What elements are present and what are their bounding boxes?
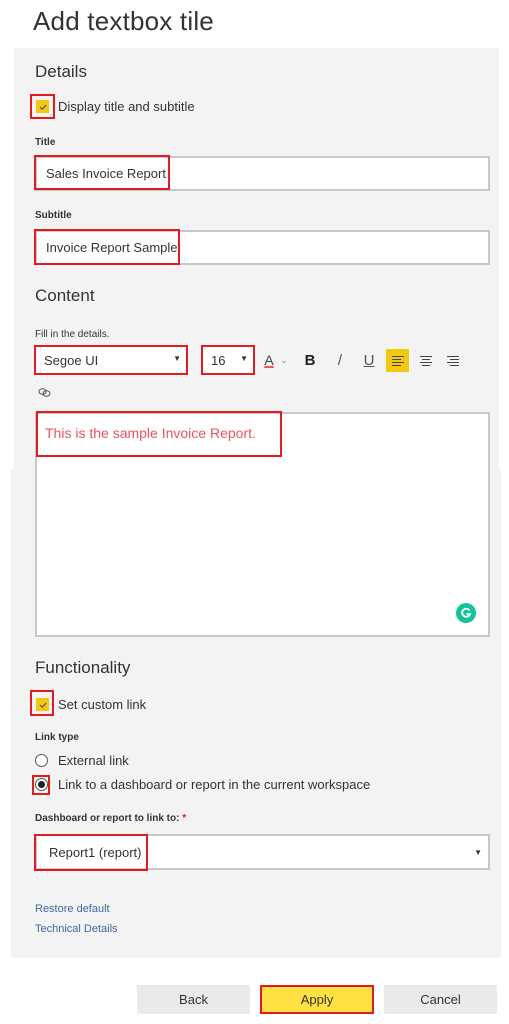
- grammarly-icon: [461, 607, 472, 618]
- restore-default-link[interactable]: Restore default: [35, 903, 110, 915]
- font-color-button[interactable]: A: [262, 350, 276, 370]
- align-center-button[interactable]: [414, 349, 437, 372]
- radio-external-link[interactable]: [35, 754, 48, 767]
- cancel-button[interactable]: Cancel: [384, 985, 497, 1014]
- highlight-box: [36, 411, 282, 457]
- font-color-icon: A: [264, 352, 274, 368]
- page-title: Add textbox tile: [33, 6, 214, 36]
- align-right-icon: [446, 355, 459, 366]
- align-left-icon: [391, 355, 404, 366]
- highlight-box: [32, 775, 50, 795]
- align-right-button[interactable]: [441, 349, 464, 372]
- target-label-text: Dashboard or report to link to:: [35, 813, 180, 824]
- highlight-box: [34, 345, 188, 375]
- details-heading: Details: [35, 62, 87, 81]
- align-center-icon: [419, 355, 432, 366]
- bold-button[interactable]: B: [303, 350, 317, 370]
- radio-external-link-label: External link: [58, 753, 129, 768]
- required-marker: *: [182, 813, 187, 824]
- title-label: Title: [35, 137, 56, 148]
- highlight-box: [30, 690, 54, 716]
- target-label: Dashboard or report to link to: *: [35, 813, 186, 824]
- align-left-button[interactable]: [386, 349, 409, 372]
- subtitle-label: Subtitle: [35, 210, 72, 221]
- functionality-heading: Functionality: [35, 658, 131, 677]
- chevron-down-icon[interactable]: ⌄: [279, 352, 289, 368]
- highlight-box: [34, 834, 148, 871]
- content-heading: Content: [35, 286, 95, 305]
- custom-link-label: Set custom link: [58, 697, 147, 712]
- highlight-box: [30, 94, 55, 119]
- link-icon: [38, 387, 50, 397]
- technical-details-link[interactable]: Technical Details: [35, 923, 118, 935]
- radio-workspace-link-label: Link to a dashboard or report in the cur…: [58, 777, 371, 792]
- highlight-box: [34, 155, 170, 190]
- grammarly-button[interactable]: [456, 603, 476, 623]
- display-title-label: Display title and subtitle: [58, 99, 195, 114]
- content-hint: Fill in the details.: [35, 329, 110, 340]
- underline-button[interactable]: U: [362, 350, 376, 370]
- highlight-box: [34, 229, 180, 265]
- insert-link-button[interactable]: [36, 384, 52, 400]
- link-type-label: Link type: [35, 732, 79, 743]
- highlight-box: [201, 345, 255, 375]
- back-button[interactable]: Back: [137, 985, 250, 1014]
- italic-button[interactable]: /: [333, 350, 347, 370]
- caret-down-icon: ▼: [474, 848, 482, 857]
- apply-button[interactable]: Apply: [260, 985, 374, 1014]
